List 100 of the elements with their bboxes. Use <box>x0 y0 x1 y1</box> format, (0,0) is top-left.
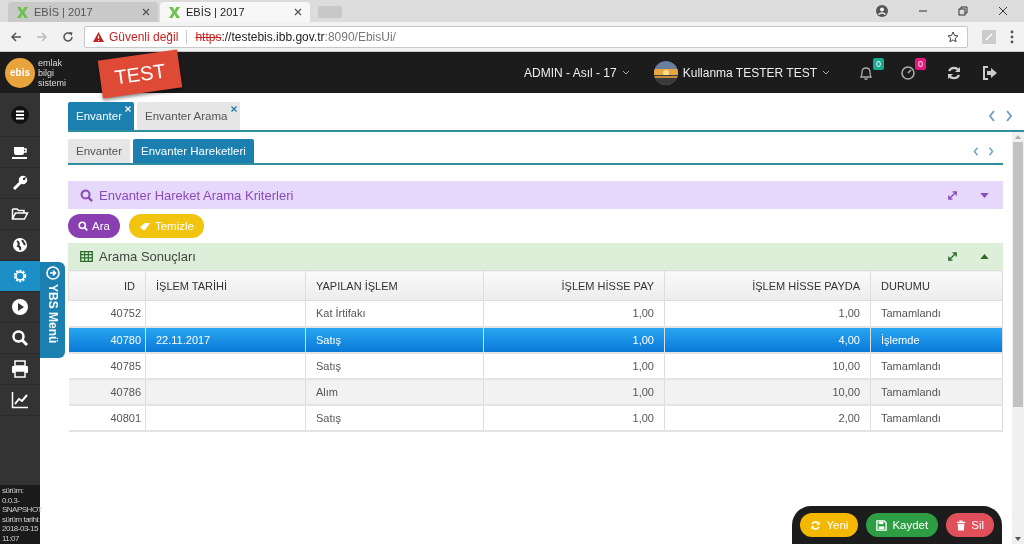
table-icon <box>80 251 93 262</box>
table-row[interactable]: 40785 Satış 1,00 10,00 Tamamlandı <box>68 352 1003 379</box>
table-cell: 1,00 <box>632 411 654 424</box>
table-cell: 40801 <box>110 411 141 424</box>
x-logo-icon <box>168 5 181 19</box>
table-cell: Satış <box>316 359 342 372</box>
logo-text: bilgi <box>38 67 55 78</box>
task-badge: 0 <box>915 57 926 70</box>
table-cell: Kat İrtifakı <box>316 307 366 320</box>
dashboard-icon[interactable] <box>900 64 916 81</box>
scroll-down-icon[interactable] <box>1015 537 1021 541</box>
refresh-icon[interactable] <box>946 64 962 81</box>
table-cell: Satış <box>316 411 342 424</box>
reload-icon[interactable] <box>62 30 74 43</box>
address-field[interactable]: Güvenli değil https://testebis.ibb.gov.tr:8090/EbisUi/ <box>84 25 968 48</box>
chevron-left-icon[interactable] <box>988 110 996 122</box>
table-cell: 1,00 <box>838 307 860 320</box>
star-icon[interactable] <box>947 30 959 43</box>
chevron-left-icon[interactable] <box>973 147 979 156</box>
browser-tab[interactable]: EBİS | 2017 <box>160 2 310 22</box>
tab[interactable]: Envanter <box>68 102 135 130</box>
globe-icon <box>11 236 29 254</box>
version-text: 2018-03-15 <box>2 524 39 534</box>
version-text: 0.0.3- <box>2 495 21 505</box>
table-cell: Tamamlandı <box>881 385 941 398</box>
column-header[interactable]: ID <box>68 270 146 301</box>
sidebar-item[interactable] <box>0 261 40 292</box>
version-text: sürüm: <box>2 486 25 496</box>
more-icon[interactable] <box>1010 29 1014 44</box>
folder-icon <box>11 205 29 223</box>
search-icon <box>80 188 93 202</box>
expand-icon[interactable] <box>947 251 958 262</box>
table-cell: 40752 <box>110 307 141 320</box>
x-logo-icon <box>16 5 29 19</box>
chart-icon <box>11 391 29 409</box>
expand-icon[interactable] <box>947 189 958 201</box>
profile-icon[interactable] <box>876 5 888 17</box>
table-cell: 2,00 <box>838 411 860 424</box>
column-header[interactable]: İŞLEM HİSSE PAY <box>483 270 665 301</box>
version-text: sürüm tarihi: <box>2 514 39 524</box>
notification-badge: 0 <box>873 57 884 70</box>
table-cell: 4,00 <box>838 333 860 346</box>
scrollbar-thumb[interactable] <box>1013 142 1023 407</box>
restore-icon[interactable] <box>958 6 968 16</box>
table-row[interactable]: 40786 Alım 1,00 10,00 Tamamlandı <box>68 378 1003 405</box>
table-cell: 40780 <box>110 333 141 346</box>
settings-icon <box>11 267 29 285</box>
search-button[interactable]: Ara <box>68 214 120 238</box>
caret-icon <box>822 70 830 75</box>
close-icon[interactable] <box>998 6 1008 16</box>
play-icon <box>11 298 29 316</box>
close-icon[interactable] <box>142 8 150 16</box>
close-icon[interactable] <box>294 8 302 16</box>
table-cell: 1,00 <box>632 385 654 398</box>
table-row[interactable]: 40801 Satış 1,00 2,00 Tamamlandı <box>68 404 1003 431</box>
table-cell: 22.11.2017 <box>156 333 211 346</box>
table-cell: 10,00 <box>832 385 860 398</box>
security-warning[interactable]: Güvenli değil <box>109 29 179 44</box>
table-row[interactable]: 40752 Kat İrtifakı 1,00 1,00 Tamamlandı <box>68 300 1003 327</box>
back-icon[interactable] <box>10 30 22 43</box>
table-cell: 1,00 <box>632 307 654 320</box>
table-cell: 1,00 <box>632 359 654 372</box>
column-header[interactable]: İŞLEM HİSSE PAYDA <box>664 270 871 301</box>
column-header[interactable]: YAPILAN İŞLEM <box>305 270 484 301</box>
warning-icon <box>93 31 104 42</box>
search-icon <box>11 329 29 347</box>
delete-button[interactable]: Sil <box>946 513 994 537</box>
wrench-icon <box>11 174 29 192</box>
table-cell: 1,00 <box>632 333 654 346</box>
table-cell: İşlemde <box>881 333 920 346</box>
caret-icon <box>621 70 630 75</box>
subtab[interactable]: Envanter <box>68 139 131 163</box>
column-header[interactable]: DURUMU <box>870 270 1003 301</box>
caret-up-icon[interactable] <box>980 254 989 259</box>
caret-down-icon[interactable] <box>980 192 989 198</box>
table-cell: Satış <box>316 333 342 346</box>
chevron-right-icon[interactable] <box>1005 110 1013 122</box>
table-cell: Alım <box>316 385 338 398</box>
column-header[interactable]: İŞLEM TARİHİ <box>145 270 306 301</box>
table-row[interactable]: 40780 22.11.2017 Satış 1,00 4,00 İşlemde <box>68 326 1003 353</box>
subtab[interactable]: Envanter Hareketleri <box>133 139 254 163</box>
menu-icon <box>11 105 29 124</box>
tab[interactable]: Envanter Arama <box>137 102 240 130</box>
url-text: https://testebis.ibb.gov.tr:8090/EbisUi/ <box>195 29 397 44</box>
arrow-circle-icon <box>45 266 60 280</box>
chevron-right-icon[interactable] <box>988 147 994 156</box>
table-cell: Tamamlandı <box>881 411 941 424</box>
logout-icon[interactable] <box>982 64 998 81</box>
side-menu-tab[interactable]: YBS Menü <box>40 262 65 358</box>
eraser-icon <box>138 221 151 231</box>
bell-icon[interactable] <box>858 64 874 81</box>
floppy-icon <box>876 519 888 531</box>
role-dropdown[interactable]: ADMIN - Asıl - 17 <box>524 65 630 80</box>
panel-title: Envanter Hareket Arama Kriterleri <box>99 187 294 203</box>
user-dropdown[interactable]: Kullanma TESTER TEST <box>653 60 830 85</box>
logo-badge: ebis <box>5 57 35 88</box>
panel-title: Arama Sonuçları <box>99 249 196 264</box>
browser-tab[interactable]: EBİS | 2017 <box>8 2 158 22</box>
table-cell: Tamamlandı <box>881 359 941 372</box>
logo-text: sistemi <box>38 77 66 88</box>
